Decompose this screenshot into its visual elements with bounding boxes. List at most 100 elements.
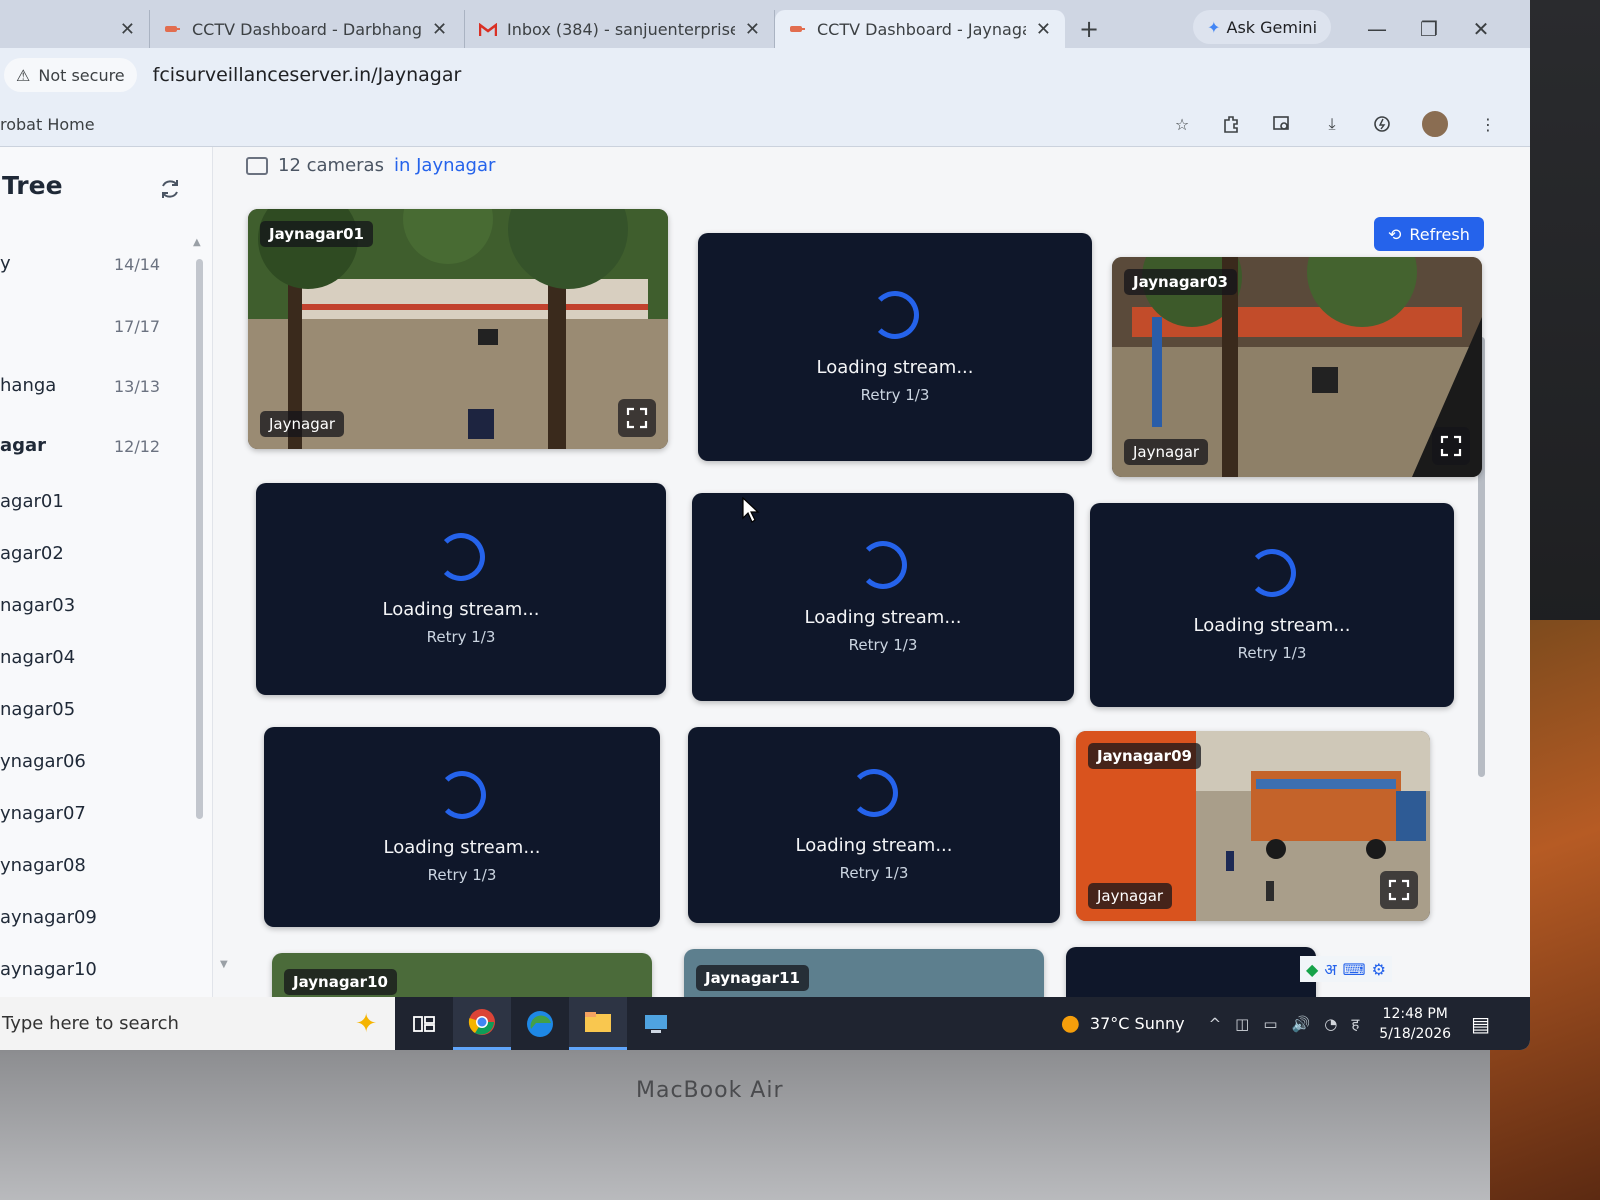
fullscreen-icon[interactable] bbox=[1432, 427, 1470, 465]
download-icon[interactable]: ⤓ bbox=[1320, 112, 1344, 136]
close-icon[interactable]: ✕ bbox=[120, 19, 135, 40]
loading-spinner-icon bbox=[859, 540, 907, 589]
taskbar-clock[interactable]: 12:48 PM 5/18/2026 bbox=[1379, 1004, 1451, 1044]
retry-text: Retry 1/3 bbox=[848, 635, 918, 654]
input-language-icon[interactable]: ह bbox=[1351, 1014, 1359, 1034]
sparkle-icon: ✦ bbox=[355, 1009, 377, 1039]
group-name: hanga bbox=[0, 375, 57, 396]
loading-text: Loading stream... bbox=[382, 598, 540, 620]
tree-camera-item[interactable]: aynagar09 bbox=[0, 901, 200, 953]
camera-name: nagar04 bbox=[0, 647, 76, 668]
loading-spinner-icon bbox=[438, 770, 486, 819]
tree-camera-item[interactable]: agar02 bbox=[0, 537, 200, 589]
loading-overlay: Loading stream... Retry 1/3 bbox=[688, 727, 1060, 923]
window-close-icon[interactable]: ✕ bbox=[1455, 10, 1507, 48]
loading-text: Loading stream... bbox=[816, 356, 974, 378]
star-icon[interactable]: ☆ bbox=[1170, 112, 1194, 136]
group-name: agar bbox=[0, 435, 47, 456]
chrome-icon[interactable] bbox=[453, 997, 511, 1050]
new-tab-button[interactable]: + bbox=[1065, 10, 1113, 48]
camera-tile[interactable]: Jaynagar03 Jaynagar bbox=[1112, 257, 1482, 477]
tree-camera-item[interactable]: nagar04 bbox=[0, 641, 200, 693]
task-view-icon[interactable] bbox=[395, 997, 453, 1050]
tab-0[interactable]: ✕ bbox=[0, 10, 150, 48]
battery-icon[interactable]: ▭ bbox=[1263, 1015, 1277, 1033]
ime-language: अ bbox=[1324, 960, 1337, 979]
warning-icon: ⚠ bbox=[16, 65, 31, 85]
cctv-favicon-icon bbox=[164, 22, 182, 36]
camera-name: agar02 bbox=[0, 543, 64, 564]
ime-toolbar[interactable]: ◆ अ ⌨ ⚙ bbox=[1300, 956, 1392, 982]
loading-spinner-icon bbox=[437, 532, 485, 581]
retry-text: Retry 1/3 bbox=[839, 863, 909, 882]
tree-group[interactable]: 17/17 bbox=[0, 307, 200, 367]
chevron-up-icon[interactable]: ^ bbox=[1209, 1015, 1222, 1033]
meet-icon[interactable]: ◫ bbox=[1235, 1015, 1249, 1033]
tab-title: CCTV Dashboard - Jaynagar C bbox=[817, 19, 1026, 39]
weather-widget[interactable]: ● 37°C Sunny bbox=[1061, 1011, 1185, 1036]
fullscreen-icon[interactable] bbox=[1380, 871, 1418, 909]
bookmark-acrobat-home[interactable]: robat Home bbox=[0, 115, 95, 134]
tree-camera-item[interactable]: ynagar06 bbox=[0, 745, 200, 797]
camera-tile[interactable]: Loading stream... Retry 1/3 bbox=[264, 727, 660, 927]
tree-group[interactable]: agar 12/12 bbox=[0, 427, 200, 485]
tab-darbhanga[interactable]: CCTV Dashboard - Darbhang ✕ bbox=[150, 10, 465, 48]
tree-camera-item[interactable]: ynagar07 bbox=[0, 797, 200, 849]
tree-camera-item[interactable]: nagar03 bbox=[0, 589, 200, 641]
close-icon[interactable]: ✕ bbox=[1036, 19, 1051, 40]
ask-gemini-button[interactable]: ✦ Ask Gemini bbox=[1193, 10, 1332, 44]
edge-icon[interactable] bbox=[511, 997, 569, 1050]
fullscreen-icon[interactable] bbox=[618, 399, 656, 437]
tab-jaynagar[interactable]: CCTV Dashboard - Jaynagar C ✕ bbox=[775, 10, 1065, 48]
more-menu-icon[interactable]: ⋮ bbox=[1476, 112, 1500, 136]
loading-overlay: Loading stream... Retry 1/3 bbox=[698, 233, 1092, 461]
camera-tile[interactable]: Jaynagar01 Jaynagar bbox=[248, 209, 668, 449]
camera-name-badge: Jaynagar03 bbox=[1124, 269, 1237, 295]
tab-title: Inbox (384) - sanjuenterprises bbox=[507, 19, 735, 39]
restore-icon[interactable]: ❐ bbox=[1403, 10, 1455, 48]
refresh-icon: ⟲ bbox=[1388, 224, 1402, 244]
tree-group[interactable]: y 14/14 bbox=[0, 245, 200, 307]
laptop-brand-label: MacBook Air bbox=[636, 1078, 784, 1103]
tab-inbox[interactable]: Inbox (384) - sanjuenterprises ✕ bbox=[465, 10, 775, 48]
refresh-icon[interactable] bbox=[158, 177, 182, 201]
lens-search-icon[interactable] bbox=[1270, 112, 1294, 136]
notification-icon[interactable]: ▤ bbox=[1471, 1012, 1490, 1036]
camera-tile[interactable]: Jaynagar09 Jaynagar bbox=[1076, 731, 1430, 921]
remote-desktop-icon[interactable] bbox=[627, 997, 685, 1050]
taskbar-search-input[interactable]: Type here to search ✦ bbox=[0, 997, 395, 1050]
file-explorer-icon[interactable] bbox=[569, 997, 627, 1050]
sidebar-scrollbar[interactable] bbox=[196, 259, 203, 819]
camera-name: aynagar09 bbox=[0, 907, 97, 928]
camera-tile[interactable]: Loading stream... Retry 1/3 bbox=[688, 727, 1060, 923]
camera-name: ynagar08 bbox=[0, 855, 86, 876]
tree-camera-item[interactable]: ynagar08 bbox=[0, 849, 200, 901]
camera-count-header: 12 cameras in Jaynagar bbox=[246, 155, 495, 176]
wifi-icon[interactable]: ◔ bbox=[1324, 1015, 1337, 1033]
camera-tile[interactable]: Loading stream... Retry 1/3 bbox=[1090, 503, 1454, 707]
loading-text: Loading stream... bbox=[383, 836, 541, 858]
loading-overlay: Loading stream... Retry 1/3 bbox=[256, 483, 666, 695]
browser-tab-strip: ✕ CCTV Dashboard - Darbhang ✕ Inbox (384… bbox=[0, 0, 1530, 48]
tree-camera-item[interactable]: nagar05 bbox=[0, 693, 200, 745]
site-security-chip[interactable]: ⚠ Not secure bbox=[4, 58, 137, 92]
camera-tile[interactable]: Loading stream... Retry 1/3 bbox=[698, 233, 1092, 461]
minimize-icon[interactable]: — bbox=[1351, 10, 1403, 48]
dashboard-page: Tree ▲ y 14/14 17/17 hanga 13/13 agar 12… bbox=[0, 147, 1530, 1013]
close-icon[interactable]: ✕ bbox=[432, 19, 447, 40]
volume-icon[interactable]: 🔊 bbox=[1292, 1015, 1311, 1033]
scroll-down-arrow-icon[interactable]: ▼ bbox=[220, 959, 228, 970]
tree-camera-item[interactable]: agar01 bbox=[0, 485, 200, 537]
close-icon[interactable]: ✕ bbox=[745, 19, 760, 40]
tree-group[interactable]: hanga 13/13 bbox=[0, 367, 200, 427]
clock-date: 5/18/2026 bbox=[1379, 1025, 1452, 1042]
retry-text: Retry 1/3 bbox=[427, 865, 497, 884]
refresh-button[interactable]: ⟲ Refresh bbox=[1374, 217, 1484, 251]
profile-avatar[interactable] bbox=[1420, 109, 1450, 139]
camera-tile[interactable]: Loading stream... Retry 1/3 bbox=[256, 483, 666, 695]
windows-taskbar: Type here to search ✦ ● 37°C Sunny ^ ◫ ▭… bbox=[0, 997, 1530, 1050]
gemini-sparkle-icon: ✦ bbox=[1207, 17, 1221, 37]
address-bar[interactable]: fcisurveillanceserver.in/Jaynagar bbox=[153, 64, 462, 86]
performance-icon[interactable] bbox=[1370, 112, 1394, 136]
extensions-icon[interactable] bbox=[1220, 112, 1244, 136]
